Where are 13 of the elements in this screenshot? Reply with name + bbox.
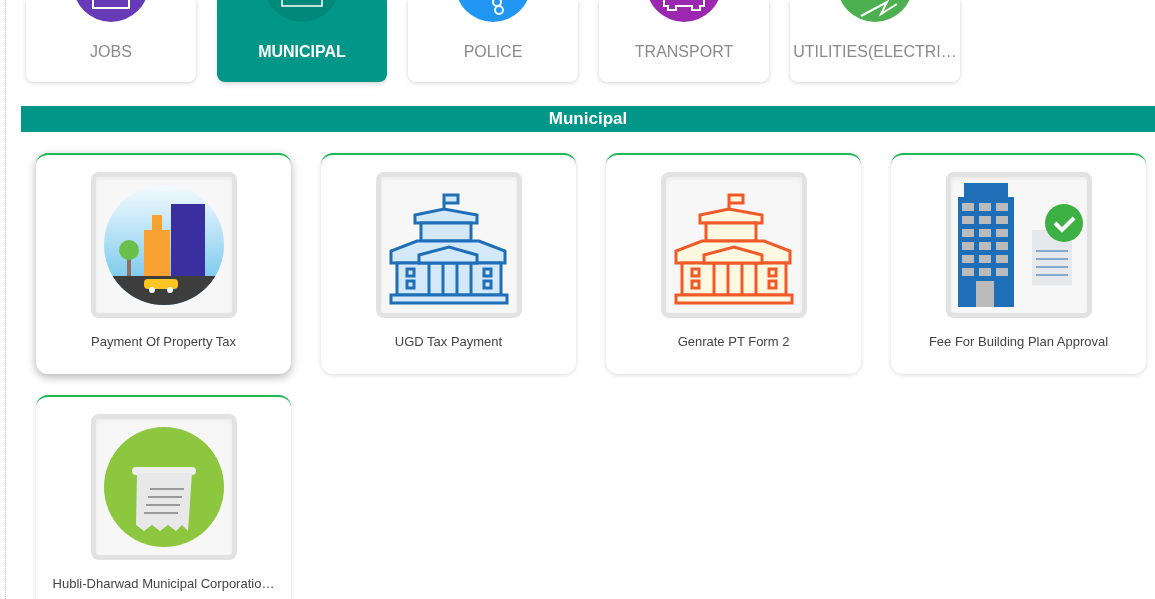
service-card[interactable]: Payment Of Property Tax [36,152,291,374]
category-tab[interactable]: MUNICIPAL [217,0,387,82]
service-label: Payment Of Property Tax [91,332,236,351]
service-card[interactable]: UGD Tax Payment [321,152,576,374]
category-tab[interactable]: POLICE [408,0,578,82]
service-label: UGD Tax Payment [394,332,503,351]
service-label: Genrate PT Form 2 [677,332,790,351]
service-label: Fee For Building Plan Approval [928,332,1109,351]
section-title-bar: Municipal [21,106,1155,132]
service-card[interactable]: Hubli-Dharwad Municipal Corporatio… [36,394,291,599]
service-card[interactable]: Fee For Building Plan Approval [891,152,1146,374]
service-label: Hubli-Dharwad Municipal Corporatio… [52,574,275,593]
service-card[interactable]: Genrate PT Form 2 [606,152,861,374]
